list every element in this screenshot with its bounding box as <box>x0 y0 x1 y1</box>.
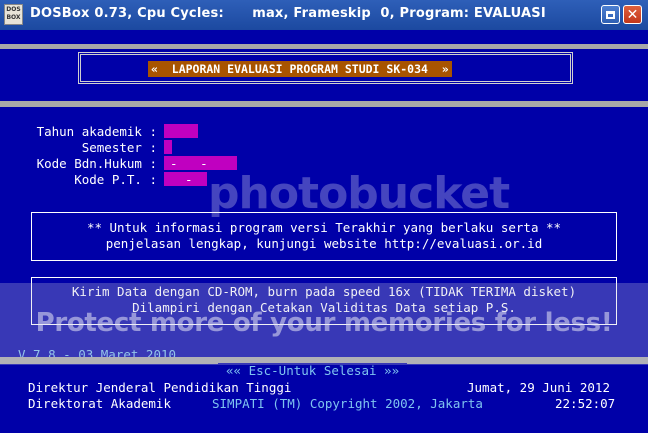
tahun-akademik-input[interactable] <box>164 124 198 138</box>
info-line-2: penjelasan lengkap, kunjungi website htt… <box>105 236 543 251</box>
watermark-text: Protect more of your memories for less! <box>35 308 613 338</box>
semester-input[interactable] <box>164 140 172 154</box>
footer-time: 22:52:07 <box>555 396 616 411</box>
window-titlebar[interactable]: DOS BOX DOSBox 0.73, Cpu Cycles: max, Fr… <box>0 0 648 30</box>
report-header: « LAPORAN EVALUASI PROGRAM STUDI SK-034 … <box>148 61 452 77</box>
kode-bdn-hukum-label: Kode Bdn.Hukum : <box>36 156 157 171</box>
close-button[interactable]: ✕ <box>623 5 642 24</box>
kode-pt-label: Kode P.T. : <box>74 172 157 187</box>
dos-screen[interactable]: « LAPORAN EVALUASI PROGRAM STUDI SK-034 … <box>0 30 648 433</box>
dosbox-app-icon[interactable]: DOS BOX <box>4 4 23 25</box>
window-title: DOSBox 0.73, Cpu Cycles: max, Frameskip … <box>30 6 546 21</box>
kode-bdn-hukum-value: - - <box>170 156 208 171</box>
footer-directorate-general: Direktur Jenderal Pendidikan Tinggi <box>28 380 292 395</box>
maximize-icon <box>606 10 615 19</box>
footer-date: Jumat, 29 Juni 2012 <box>467 380 610 395</box>
watermark-logo: photobucket <box>208 168 510 219</box>
kode-pt-value: - <box>185 172 193 187</box>
semester-label: Semester : <box>81 140 157 155</box>
tahun-akademik-label: Tahun akademik : <box>36 124 157 139</box>
info-line-1: ** Untuk informasi program versi Terakhi… <box>86 220 562 235</box>
footer-copyright: SIMPATI (TM) Copyright 2002, Jakarta <box>212 396 483 411</box>
divider-middle <box>0 101 648 107</box>
esc-exit-hint[interactable]: «« Esc-Untuk Selesai »» <box>218 363 408 378</box>
divider-top <box>0 44 648 49</box>
maximize-button[interactable] <box>601 5 620 24</box>
footer-directorate: Direktorat Akademik <box>28 396 171 411</box>
info-box: ** Untuk informasi program versi Terakhi… <box>31 212 617 261</box>
